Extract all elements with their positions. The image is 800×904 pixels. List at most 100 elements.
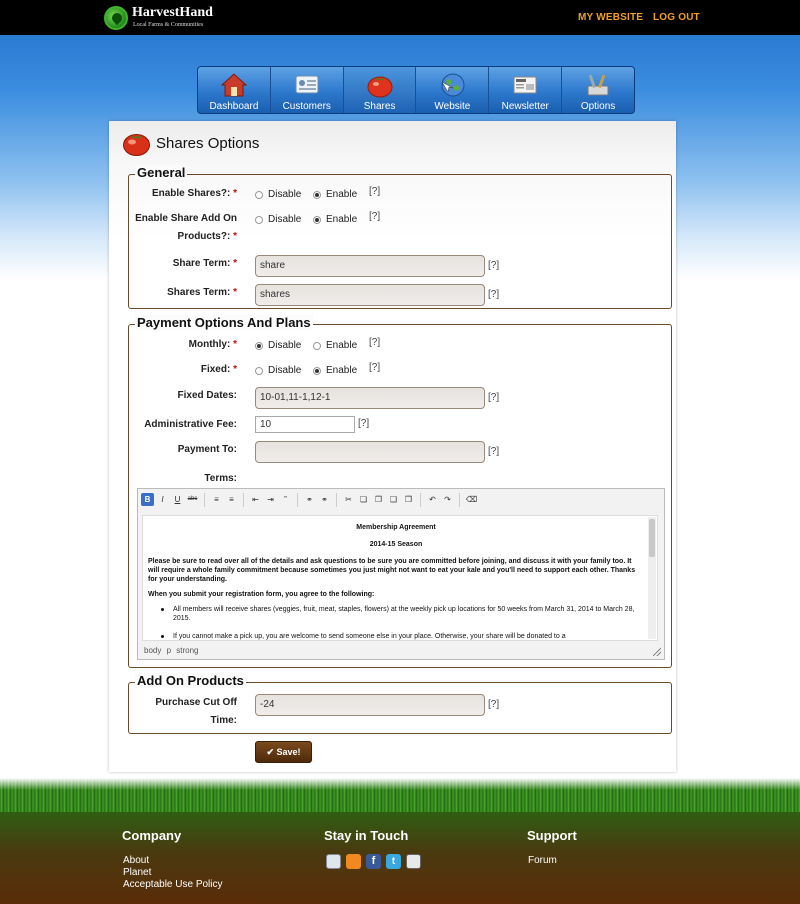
- doc-intro: Please be sure to read over all of the d…: [148, 558, 636, 583]
- enable-shares-disable-radio[interactable]: Disable: [255, 189, 301, 200]
- help-link[interactable]: [?]: [488, 289, 499, 300]
- undo-icon[interactable]: ↶: [426, 493, 439, 506]
- paste-icon[interactable]: ❐: [372, 493, 385, 506]
- bullet-list-icon[interactable]: ≡: [225, 493, 238, 506]
- cutoff-input[interactable]: -24: [255, 694, 485, 716]
- email-icon[interactable]: [326, 854, 341, 869]
- monthly-enable-radio[interactable]: Enable: [313, 340, 357, 351]
- nav-website[interactable]: Website: [416, 67, 490, 113]
- enable-addon-disable-radio[interactable]: Disable: [255, 214, 301, 225]
- footer: Company About Planet Acceptable Use Poli…: [0, 812, 800, 904]
- footer-stay-heading: Stay in Touch: [324, 828, 409, 843]
- footer-aup-link[interactable]: Acceptable Use Policy: [123, 879, 223, 891]
- nav-label: Website: [434, 101, 471, 112]
- help-link[interactable]: [?]: [369, 186, 380, 197]
- editor-path: body p strong: [144, 646, 199, 655]
- paste-word-icon[interactable]: ❒: [402, 493, 415, 506]
- top-bar: HarvestHand Local Farms & Communities MY…: [0, 0, 800, 35]
- share-term-input[interactable]: share: [255, 255, 485, 277]
- help-link[interactable]: [?]: [369, 211, 380, 222]
- fixed-dates-label: Fixed Dates:: [177, 390, 237, 401]
- save-button[interactable]: ✔ Save!: [255, 741, 312, 763]
- help-link[interactable]: [?]: [358, 418, 369, 429]
- enable-addon-enable-radio[interactable]: Enable: [313, 214, 357, 225]
- nav-customers[interactable]: Customers: [271, 67, 344, 113]
- addon-legend: Add On Products: [135, 673, 246, 688]
- doc-list-item: If you cannot make a pick up, you are we…: [148, 632, 644, 640]
- shares-term-label: Shares Term: *: [167, 287, 237, 298]
- cutoff-label: Purchase Cut Off Time:: [155, 697, 237, 726]
- indent-icon[interactable]: ⇥: [264, 493, 277, 506]
- strikethrough-button[interactable]: abc: [186, 493, 199, 506]
- admin-fee-input[interactable]: 10: [255, 416, 355, 433]
- page-title: Shares Options: [156, 135, 260, 152]
- ordered-list-icon[interactable]: ≡: [210, 493, 223, 506]
- terms-editor[interactable]: B I U abc ≡ ≡ ⇤ ⇥ ” ⚭ ⚭ ✂ ❏ ❐ ❑ ❒ ↶ ↷ ⌫ …: [137, 488, 665, 660]
- nav-label: Dashboard: [209, 101, 259, 112]
- nav-newsletter[interactable]: Newsletter: [489, 67, 563, 113]
- underline-button[interactable]: U: [171, 493, 184, 506]
- main-nav: Dashboard Customers Shares Website Newsl…: [197, 66, 635, 114]
- enable-shares-label: Enable Shares?: *: [151, 188, 237, 199]
- resize-grip-icon[interactable]: [653, 648, 661, 656]
- redo-icon[interactable]: ↷: [441, 493, 454, 506]
- editor-scrollbar[interactable]: [648, 517, 656, 639]
- cut-icon[interactable]: ✂: [342, 493, 355, 506]
- copy-icon[interactable]: ❏: [357, 493, 370, 506]
- footer-company-heading: Company: [122, 828, 182, 843]
- monthly-disable-radio[interactable]: Disable: [255, 340, 301, 351]
- monthly-label: Monthly: *: [188, 339, 237, 350]
- github-icon[interactable]: [406, 854, 421, 869]
- footer-forum-link[interactable]: Forum: [528, 855, 557, 867]
- facebook-icon[interactable]: f: [366, 854, 381, 869]
- house-icon: [220, 73, 248, 97]
- nav-options[interactable]: Options: [562, 67, 634, 113]
- payment-fieldset: Payment Options And Plans Monthly: * Dis…: [128, 315, 672, 668]
- my-website-link[interactable]: MY WEBSITE: [578, 12, 643, 23]
- footer-planet-link[interactable]: Planet: [123, 867, 151, 879]
- editor-document: Membership Agreement 2014-15 Season Plea…: [148, 520, 644, 640]
- logout-link[interactable]: LOG OUT: [653, 12, 700, 23]
- help-link[interactable]: [?]: [488, 392, 499, 403]
- shares-term-input[interactable]: shares: [255, 284, 485, 306]
- footer-about-link[interactable]: About: [123, 855, 149, 867]
- nav-label: Newsletter: [501, 101, 549, 112]
- italic-button[interactable]: I: [156, 493, 169, 506]
- editor-content[interactable]: Membership Agreement 2014-15 Season Plea…: [142, 515, 658, 641]
- help-link[interactable]: [?]: [488, 699, 499, 710]
- fixed-enable-radio[interactable]: Enable: [313, 365, 357, 376]
- brand-name: HarvestHand: [132, 5, 213, 20]
- help-link[interactable]: [?]: [369, 337, 380, 348]
- fixed-disable-radio[interactable]: Disable: [255, 365, 301, 376]
- check-icon: ✔: [266, 747, 274, 757]
- twitter-icon[interactable]: t: [386, 854, 401, 869]
- paste-text-icon[interactable]: ❑: [387, 493, 400, 506]
- tools-icon: [587, 74, 609, 96]
- help-link[interactable]: [?]: [488, 260, 499, 271]
- help-link[interactable]: [?]: [488, 446, 499, 457]
- logo-icon: [104, 6, 128, 30]
- help-link[interactable]: [?]: [369, 362, 380, 373]
- fixed-dates-input[interactable]: 10-01,11-1,12-1: [255, 387, 485, 409]
- globe-icon: [441, 73, 465, 97]
- payment-legend: Payment Options And Plans: [135, 315, 313, 330]
- tomato-icon: [367, 76, 393, 98]
- payment-to-label: Payment To:: [177, 444, 237, 455]
- unlink-icon[interactable]: ⚭: [318, 493, 331, 506]
- rss-icon[interactable]: [346, 854, 361, 869]
- nav-shares[interactable]: Shares: [343, 67, 417, 113]
- doc-season: 2014-15 Season: [369, 541, 423, 548]
- general-fieldset: General Enable Shares?: * Disable Enable…: [128, 165, 672, 309]
- contact-card-icon: [295, 75, 319, 94]
- bold-button[interactable]: B: [141, 493, 154, 506]
- outdent-icon[interactable]: ⇤: [249, 493, 262, 506]
- doc-title: Membership Agreement: [356, 524, 436, 531]
- nav-dashboard[interactable]: Dashboard: [198, 67, 271, 113]
- payment-to-input[interactable]: [255, 441, 485, 463]
- terms-label: Terms:: [204, 473, 237, 484]
- blockquote-icon[interactable]: ”: [279, 493, 292, 506]
- eraser-icon[interactable]: ⌫: [465, 493, 478, 506]
- nav-label: Shares: [363, 101, 396, 112]
- link-icon[interactable]: ⚭: [303, 493, 316, 506]
- enable-shares-enable-radio[interactable]: Enable: [313, 189, 357, 200]
